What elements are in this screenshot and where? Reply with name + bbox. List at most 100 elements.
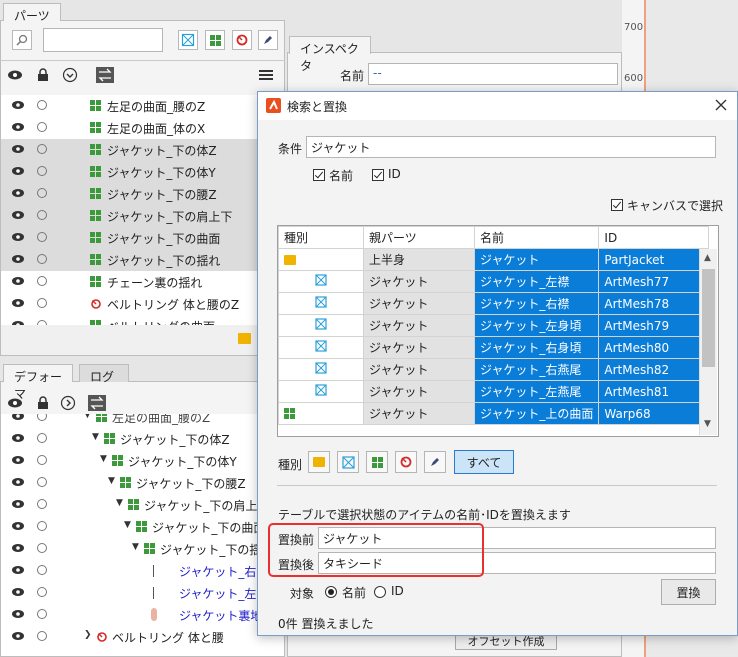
circle-icon[interactable] xyxy=(37,188,47,198)
circle-icon[interactable] xyxy=(37,587,47,597)
chevron-down-icon[interactable]: ▼ xyxy=(108,476,115,486)
circle-icon[interactable] xyxy=(37,100,47,110)
table-row[interactable]: ジャケット ジャケット_左燕尾 ArtMesh81 xyxy=(278,380,710,403)
circle-icon[interactable] xyxy=(37,477,47,487)
lock-icon[interactable] xyxy=(33,393,53,413)
deformer-tree-item[interactable]: ▼ ジャケット_下の肩上下 xyxy=(1,494,281,516)
scroll-down-icon[interactable]: ▼ xyxy=(704,419,711,429)
eye-icon[interactable] xyxy=(11,586,25,600)
table-scrollbar[interactable]: ▲ ▼ xyxy=(699,249,717,435)
target-id-radio[interactable] xyxy=(374,586,386,598)
deformer-tree-item[interactable]: ▼ ジャケット_下の揺れ xyxy=(1,538,281,560)
circle-icon[interactable] xyxy=(37,521,47,531)
circle-icon[interactable] xyxy=(37,609,47,619)
scroll-up-icon[interactable]: ▲ xyxy=(704,253,711,263)
deformer-tree-item[interactable]: ▼ ジャケット_下の体Z xyxy=(1,428,281,450)
warp-filter-icon[interactable] xyxy=(205,30,225,50)
rotation-filter-icon[interactable] xyxy=(232,30,252,50)
chevron-down-icon[interactable]: ▼ xyxy=(100,454,107,464)
parts-list-item[interactable]: 左足の曲面_体のX xyxy=(1,117,281,139)
deformer-tree-item[interactable]: ジャケット_左燕尾 xyxy=(1,582,281,604)
circle-icon[interactable] xyxy=(37,254,47,264)
table-row[interactable]: ジャケット ジャケット_右燕尾 ArtMesh82 xyxy=(278,358,710,381)
chevron-down-icon[interactable]: ▼ xyxy=(92,432,99,442)
menu-icon[interactable] xyxy=(256,65,276,85)
circle-icon[interactable] xyxy=(37,232,47,242)
lock-icon[interactable] xyxy=(33,65,53,85)
pen-filter-icon[interactable] xyxy=(258,30,278,50)
condition-input[interactable]: ジャケット xyxy=(306,136,716,158)
part-kind-button[interactable] xyxy=(308,451,330,473)
target-name-radio[interactable] xyxy=(325,586,337,598)
deformer-tree-item[interactable]: ジャケット裏地 xyxy=(1,604,281,626)
circle-icon[interactable] xyxy=(37,455,47,465)
parts-search-input[interactable] xyxy=(43,28,163,52)
eye-icon[interactable] xyxy=(11,253,25,267)
chevron-down-icon[interactable]: ❯ xyxy=(84,630,92,640)
deformer-tree-item[interactable]: ▼ 左足の曲面_腰のZ xyxy=(1,414,281,428)
parts-list-item[interactable]: ジャケット_下の体Y xyxy=(1,161,281,183)
circle-icon[interactable] xyxy=(37,499,47,509)
expand-all-icon[interactable] xyxy=(60,65,80,85)
eye-icon[interactable] xyxy=(11,542,25,556)
eye-icon[interactable] xyxy=(11,520,25,534)
eye-icon[interactable] xyxy=(11,165,25,179)
parts-list-item[interactable]: ジャケット_下の肩上下 xyxy=(1,205,281,227)
deformer-tree-item[interactable]: ジャケット_右燕尾 xyxy=(1,560,281,582)
swap-icon[interactable] xyxy=(95,65,115,85)
col-name[interactable]: 名前 xyxy=(473,226,600,249)
circle-icon[interactable] xyxy=(37,565,47,575)
table-row[interactable]: ジャケット ジャケット_右身頃 ArtMesh80 xyxy=(278,336,710,359)
table-row[interactable]: ジャケット ジャケット_左襟 ArtMesh77 xyxy=(278,270,710,293)
chevron-down-icon[interactable]: ▼ xyxy=(124,520,131,530)
table-row[interactable]: 上半身 ジャケット PartJacket xyxy=(278,248,710,271)
close-icon[interactable] xyxy=(714,98,728,112)
table-row[interactable]: ジャケット ジャケット_上の曲面 Warp68 xyxy=(278,402,710,425)
eye-icon[interactable] xyxy=(11,99,25,113)
all-kinds-button[interactable]: すべて xyxy=(454,450,514,474)
col-parent[interactable]: 親パーツ xyxy=(363,226,475,249)
tab-inspector[interactable]: インスペクタ xyxy=(289,36,371,73)
rotation-kind-button[interactable] xyxy=(395,451,417,473)
mesh-filter-icon[interactable] xyxy=(178,30,198,50)
chevron-down-icon[interactable]: ▼ xyxy=(84,414,91,420)
chevron-down-icon[interactable]: ▼ xyxy=(132,542,139,552)
canvas-select-checkbox[interactable] xyxy=(611,199,623,211)
pen-kind-button[interactable] xyxy=(424,451,446,473)
circle-icon[interactable] xyxy=(37,276,47,286)
deformer-tree-item[interactable]: ▼ ジャケット_下の腰Z xyxy=(1,472,281,494)
eye-icon[interactable] xyxy=(11,564,25,578)
folder-icon[interactable] xyxy=(238,333,251,344)
circle-icon[interactable] xyxy=(37,144,47,154)
eye-icon[interactable] xyxy=(11,209,25,223)
chevron-down-icon[interactable]: ▼ xyxy=(116,498,123,508)
eye-icon[interactable] xyxy=(11,143,25,157)
swap-icon[interactable] xyxy=(87,393,107,413)
parts-list-item[interactable]: ジャケット_下の体Z xyxy=(1,139,281,161)
circle-icon[interactable] xyxy=(37,433,47,443)
circle-icon[interactable] xyxy=(37,122,47,132)
warp-kind-button[interactable] xyxy=(366,451,388,473)
deformer-tree-item[interactable]: ▼ ジャケット_下の体Y xyxy=(1,450,281,472)
col-id[interactable]: ID xyxy=(598,226,710,249)
tab-deformer[interactable]: デフォーマ xyxy=(3,364,73,401)
deformer-tree-item[interactable]: ▼ ジャケット_下の曲面 xyxy=(1,516,281,538)
id-checkbox[interactable] xyxy=(372,169,384,181)
deformer-tree-item[interactable]: ❯ ベルトリング 体と腰 xyxy=(1,626,281,648)
eye-icon[interactable] xyxy=(11,608,25,622)
eye-icon[interactable] xyxy=(11,454,25,468)
expand-icon[interactable] xyxy=(58,393,78,413)
tab-log[interactable]: ログ xyxy=(79,364,129,384)
eye-icon[interactable] xyxy=(11,476,25,490)
parts-list-item[interactable]: ジャケット_下の腰Z xyxy=(1,183,281,205)
eye-icon[interactable] xyxy=(11,231,25,245)
circle-icon[interactable] xyxy=(37,631,47,641)
eye-icon[interactable] xyxy=(11,414,25,424)
circle-icon[interactable] xyxy=(37,210,47,220)
replace-button[interactable]: 置換 xyxy=(661,579,716,605)
mesh-kind-button[interactable] xyxy=(337,451,359,473)
search-icon[interactable] xyxy=(12,30,32,50)
eye-icon[interactable] xyxy=(11,630,25,644)
inspector-name-input[interactable]: -- xyxy=(368,63,618,85)
circle-icon[interactable] xyxy=(37,543,47,553)
